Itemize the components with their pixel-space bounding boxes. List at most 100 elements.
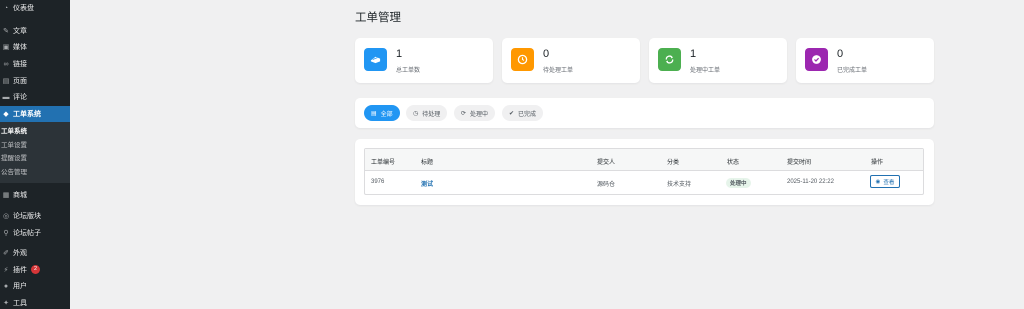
submenu-item-ticket-system[interactable]: 工单系统 bbox=[0, 125, 70, 139]
ticket-table: 工单编号 标题 提交人 分类 状态 提交时间 操作 3976 测试 源码仓 技术… bbox=[364, 148, 924, 195]
filter-label: 全部 bbox=[380, 111, 393, 118]
column-header-submitter: 提交人 bbox=[597, 160, 616, 166]
pin-icon: ✎ bbox=[3, 27, 9, 35]
stat-value: 1 bbox=[396, 48, 403, 60]
sync-icon bbox=[665, 55, 674, 64]
comment-icon: ▬ bbox=[2, 93, 10, 101]
filter-processing-button[interactable]: ⟳ 处理中 bbox=[454, 105, 496, 121]
link-icon: ∞ bbox=[3, 60, 9, 68]
ticket-submitter: 源码仓 bbox=[597, 182, 616, 188]
sidebar-item-label: 媒体 bbox=[13, 44, 27, 52]
sidebar-item-posts[interactable]: ✎ 文章 bbox=[0, 23, 70, 40]
column-header-action: 操作 bbox=[871, 160, 884, 166]
media-icon: ▣ bbox=[2, 44, 10, 52]
sidebar-item-label: 评论 bbox=[13, 94, 27, 102]
clock-icon bbox=[517, 54, 528, 65]
tools-icon: ✦ bbox=[3, 300, 9, 308]
table-header: 工单编号 标题 提交人 分类 状态 提交时间 操作 bbox=[365, 149, 923, 171]
filter-all-button[interactable]: ▤ 全部 bbox=[364, 105, 400, 121]
sidebar-item-dashboard[interactable]: ◔ 仪表盘 bbox=[0, 0, 70, 17]
clock-icon: ◷ bbox=[413, 110, 419, 117]
sidebar-item-label: 插件 bbox=[13, 266, 27, 274]
sidebar-item-appearance[interactable]: ✐ 外观 bbox=[0, 245, 70, 262]
sidebar-item-label: 仪表盘 bbox=[13, 5, 34, 13]
ticket-category: 技术支持 bbox=[667, 182, 692, 188]
sidebar-item-ticket-system[interactable]: ◆ 工单系统 bbox=[0, 105, 70, 123]
sidebar-item-users[interactable]: ● 用户 bbox=[0, 278, 70, 295]
filter-label: 待处理 bbox=[422, 111, 441, 118]
stat-value: 1 bbox=[690, 48, 697, 60]
filter-bar: ▤ 全部 ◷ 待处理 ⟳ 处理中 ✔ 已完成 bbox=[355, 98, 934, 128]
sidebar-item-plugins[interactable]: ⚡ 插件 2 bbox=[0, 262, 70, 279]
sidebar-item-label: 页面 bbox=[13, 77, 27, 85]
sidebar-item-label: 商城 bbox=[13, 192, 27, 200]
ticket-time: 2025-11-20 22:22 bbox=[787, 179, 834, 185]
stat-card-completed: 0 已完成工单 bbox=[796, 38, 934, 83]
stat-label: 处理中工单 bbox=[690, 68, 721, 74]
sidebar-item-tools[interactable]: ✦ 工具 bbox=[0, 295, 70, 309]
sidebar-item-forum-section[interactable]: ◎ 论坛版块 bbox=[0, 208, 70, 225]
stat-icon-box bbox=[511, 48, 534, 71]
stat-label: 已完成工单 bbox=[837, 68, 868, 74]
sidebar-item-forum-posts[interactable]: ⚲ 论坛帖子 bbox=[0, 224, 70, 241]
check-circle-icon: ✔ bbox=[509, 110, 515, 117]
sidebar-item-label: 链接 bbox=[13, 61, 27, 69]
stat-card-processing: 1 处理中工单 bbox=[649, 38, 787, 83]
sidebar-item-label: 用户 bbox=[13, 283, 27, 291]
eye-icon: ◉ bbox=[875, 178, 881, 185]
stat-card-pending: 0 待处理工单 bbox=[502, 38, 640, 83]
sidebar-item-comments[interactable]: ▬ 评论 bbox=[0, 89, 70, 106]
submenu-item-announcement[interactable]: 公告管理 bbox=[0, 166, 70, 180]
filter-label: 已完成 bbox=[518, 111, 537, 118]
filter-completed-button[interactable]: ✔ 已完成 bbox=[502, 105, 544, 121]
sidebar-item-label: 外观 bbox=[13, 250, 27, 258]
submenu-item-reminder-settings[interactable]: 提醒设置 bbox=[0, 152, 70, 166]
filter-pending-button[interactable]: ◷ 待处理 bbox=[406, 105, 448, 121]
view-button[interactable]: ◉ 查看 bbox=[870, 175, 900, 188]
stat-label: 待处理工单 bbox=[543, 68, 574, 74]
column-header-id: 工单编号 bbox=[371, 160, 396, 166]
sidebar-item-shop[interactable]: ▦ 商城 bbox=[0, 187, 70, 204]
appearance-icon: ✐ bbox=[3, 250, 9, 258]
sidebar-item-label: 论坛版块 bbox=[13, 213, 41, 221]
shop-icon: ▦ bbox=[2, 192, 10, 200]
stat-icon-box bbox=[805, 48, 828, 71]
sidebar-item-pages[interactable]: ▤ 页面 bbox=[0, 72, 70, 89]
sidebar-item-label: 文章 bbox=[13, 27, 27, 35]
admin-sidebar: ◔ 仪表盘 ✎ 文章 ▣ 媒体 ∞ 链接 ▤ 页面 ▬ 评论 ◆ 工单系统 工单系统 工单设置… bbox=[0, 0, 70, 309]
sidebar-item-label: 工单系统 bbox=[13, 110, 41, 118]
filter-label: 处理中 bbox=[470, 111, 489, 118]
stat-icon-box bbox=[658, 48, 681, 71]
forum-section-icon: ◎ bbox=[2, 213, 10, 221]
sidebar-item-label: 工具 bbox=[13, 300, 27, 308]
view-button-label: 查看 bbox=[883, 179, 895, 186]
stat-value: 0 bbox=[837, 48, 844, 60]
stat-card-total: 1 总工单数 bbox=[355, 38, 493, 83]
sync-icon: ⟳ bbox=[461, 110, 467, 117]
ticket-title-link[interactable]: 测试 bbox=[421, 179, 433, 188]
ticket-table-card: 工单编号 标题 提交人 分类 状态 提交时间 操作 3976 测试 源码仓 技术… bbox=[355, 139, 934, 205]
column-header-title: 标题 bbox=[421, 160, 434, 166]
stat-label: 总工单数 bbox=[396, 68, 421, 74]
sidebar-item-label: 论坛帖子 bbox=[13, 229, 41, 237]
sidebar-submenu: 工单系统 工单设置 提醒设置 公告管理 bbox=[0, 122, 70, 184]
forum-post-icon: ⚲ bbox=[3, 229, 9, 237]
page-title: 工单管理 bbox=[355, 12, 401, 24]
page-icon: ▤ bbox=[2, 77, 10, 85]
column-header-category: 分类 bbox=[667, 160, 680, 166]
ticket-id: 3976 bbox=[371, 179, 385, 185]
sidebar-item-media[interactable]: ▣ 媒体 bbox=[0, 39, 70, 56]
submenu-item-ticket-settings[interactable]: 工单设置 bbox=[0, 139, 70, 153]
user-icon: ● bbox=[3, 282, 9, 290]
list-icon: ▤ bbox=[371, 110, 377, 117]
status-badge: 处理中 bbox=[726, 178, 751, 188]
column-header-status: 状态 bbox=[727, 160, 740, 166]
column-header-time: 提交时间 bbox=[787, 160, 812, 166]
stat-value: 0 bbox=[543, 48, 550, 60]
dashboard-icon: ◔ bbox=[3, 4, 9, 12]
sidebar-item-links[interactable]: ∞ 链接 bbox=[0, 56, 70, 73]
check-circle-icon bbox=[812, 55, 821, 64]
ticket-icon: ◆ bbox=[3, 110, 9, 118]
update-count-badge: 2 bbox=[31, 265, 40, 275]
ticket-icon bbox=[370, 56, 381, 64]
